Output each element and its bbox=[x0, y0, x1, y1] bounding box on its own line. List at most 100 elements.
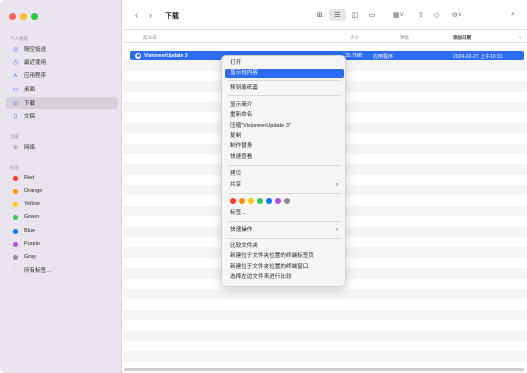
sidebar-item-label: 所有标签… bbox=[24, 268, 52, 274]
sidebar-item-downloads[interactable]: ⊙ 下载 bbox=[6, 97, 118, 109]
menu-item-new-terminal-window[interactable]: 新建位于文件夹位置的终端窗口 bbox=[225, 263, 344, 272]
group-by-icon[interactable]: ▦˅ bbox=[393, 11, 404, 19]
green-tag-dot-icon bbox=[13, 214, 18, 220]
applications-icon: ⋏ bbox=[13, 72, 18, 79]
blue-tag-icon[interactable] bbox=[266, 198, 272, 204]
sidebar-tag-gray[interactable]: Gray bbox=[6, 251, 118, 263]
menu-item-label: 共享 bbox=[230, 182, 242, 188]
view-mode-segmented-control: ⊞ ☰ ◫ ▭ bbox=[311, 9, 381, 21]
sidebar-item-all-tags[interactable]: ◌ 所有标签… bbox=[6, 264, 118, 276]
column-header-date-added[interactable]: 添加日期 bbox=[453, 35, 471, 41]
menu-item-quick-look[interactable]: 快速查看 bbox=[225, 153, 344, 162]
sidebar-item-documents[interactable]: ▯ 文稿 bbox=[6, 110, 118, 122]
sidebar-item-network[interactable]: ⊕ 网络 bbox=[6, 141, 118, 153]
column-header-size[interactable]: 大小 bbox=[350, 35, 359, 41]
sidebar-item-label: 隔空投送 bbox=[24, 47, 47, 53]
menu-item-make-alias[interactable]: 制作替身 bbox=[225, 142, 344, 151]
download-icon: ⊙ bbox=[12, 100, 19, 107]
window-controls bbox=[9, 13, 38, 20]
sidebar-tag-blue[interactable]: Blue bbox=[6, 225, 118, 237]
blue-tag-dot-icon bbox=[13, 228, 18, 234]
sidebar-tag-purple[interactable]: Purple bbox=[6, 238, 118, 250]
gallery-view-button[interactable]: ▭ bbox=[364, 9, 382, 21]
gray-tag-icon[interactable] bbox=[284, 198, 290, 204]
menu-item-copy[interactable]: 拷贝 bbox=[225, 170, 344, 179]
sidebar-item-label: Blue bbox=[24, 228, 36, 234]
sidebar-tag-green[interactable]: Green bbox=[6, 211, 118, 223]
menu-item-duplicate[interactable]: 复制 bbox=[225, 132, 344, 141]
section-title-tags: 标签 bbox=[10, 165, 19, 170]
sidebar-item-label: 下载 bbox=[24, 101, 36, 107]
orange-tag-dot-icon bbox=[13, 188, 18, 194]
column-view-button[interactable]: ◫ bbox=[346, 9, 364, 21]
menu-item-rename[interactable]: 重新命名 bbox=[225, 111, 344, 120]
menu-separator bbox=[228, 95, 341, 96]
sidebar-item-label: 最近使用 bbox=[24, 60, 47, 66]
minimize-window-button[interactable] bbox=[20, 13, 27, 20]
yellow-tag-dot-icon bbox=[13, 201, 18, 207]
menu-item-compare-folders[interactable]: 比较文件夹 bbox=[225, 242, 344, 251]
column-header-kind[interactable]: 种类 bbox=[400, 35, 409, 41]
menu-item-open[interactable]: 打开 bbox=[225, 59, 344, 68]
gray-tag-dot-icon bbox=[13, 254, 18, 260]
horizontal-scrollbar[interactable] bbox=[124, 368, 524, 371]
tag-icon[interactable]: ◇ bbox=[434, 11, 439, 19]
sidebar-item-label: 桌面 bbox=[24, 87, 36, 93]
sidebar-tag-red[interactable]: Red bbox=[6, 172, 118, 184]
folder-title: 下载 bbox=[165, 13, 179, 20]
list-view-button[interactable]: ☰ bbox=[328, 9, 346, 21]
more-actions-icon[interactable]: ⊖˅ bbox=[452, 11, 462, 19]
sidebar-item-applications[interactable]: ⋏ 应用程序 bbox=[6, 69, 118, 81]
airdrop-icon: ◎ bbox=[12, 46, 19, 53]
red-tag-icon[interactable] bbox=[230, 198, 236, 204]
menu-item-quick-actions[interactable]: 快速操作 › bbox=[225, 226, 344, 235]
menu-item-tags[interactable]: 标签… bbox=[225, 209, 344, 218]
list-row bbox=[123, 320, 527, 330]
green-tag-icon[interactable] bbox=[257, 198, 263, 204]
purple-tag-icon[interactable] bbox=[275, 198, 281, 204]
back-button[interactable]: ‹ bbox=[135, 10, 138, 20]
yellow-tag-icon[interactable] bbox=[248, 198, 254, 204]
menu-item-label: 快速操作 bbox=[230, 227, 253, 233]
list-row bbox=[123, 288, 527, 300]
close-window-button[interactable] bbox=[9, 13, 16, 20]
sidebar-item-label: Red bbox=[24, 175, 35, 181]
menu-separator bbox=[228, 165, 341, 166]
purple-tag-dot-icon bbox=[13, 241, 18, 247]
network-icon: ⊕ bbox=[12, 144, 19, 151]
menu-separator bbox=[228, 193, 341, 194]
orange-tag-icon[interactable] bbox=[239, 198, 245, 204]
sidebar-item-label: Green bbox=[24, 214, 40, 220]
zoom-window-button[interactable] bbox=[31, 13, 38, 20]
forward-button[interactable]: › bbox=[149, 10, 152, 20]
desktop-icon: ▭ bbox=[12, 86, 19, 93]
search-icon[interactable]: ⌕ bbox=[511, 11, 515, 19]
sidebar-item-label: Yellow bbox=[24, 201, 40, 207]
menu-item-share[interactable]: 共享 › bbox=[225, 181, 344, 190]
menu-item-get-info[interactable]: 显示简介 bbox=[225, 101, 344, 110]
app-icon bbox=[135, 52, 141, 59]
sidebar-item-label: 应用程序 bbox=[24, 73, 47, 79]
icon-view-button[interactable]: ⊞ bbox=[311, 9, 329, 21]
sort-chevron-icon: ˅ bbox=[519, 35, 522, 40]
menu-item-new-terminal-tab[interactable]: 新建位于文件夹位置的终端标签页 bbox=[225, 252, 344, 261]
sidebar-item-recents[interactable]: ◷ 最近使用 bbox=[6, 56, 118, 68]
menu-item-move-to-trash[interactable]: 移到废纸篓 bbox=[225, 84, 344, 93]
chevron-right-icon: › bbox=[336, 182, 338, 188]
share-icon[interactable]: ⇧ bbox=[418, 11, 424, 19]
sidebar-item-desktop[interactable]: ▭ 桌面 bbox=[6, 83, 118, 95]
sidebar-tag-orange[interactable]: Orange bbox=[6, 185, 118, 197]
menu-item-select-left-to-compare[interactable]: 选择左边文件来进行比较 bbox=[225, 273, 344, 282]
document-icon: ▯ bbox=[13, 113, 18, 120]
sidebar-item-airdrop[interactable]: ◎ 隔空投送 bbox=[6, 43, 118, 55]
sidebar-tag-yellow[interactable]: Yellow bbox=[6, 198, 118, 210]
menu-item-compress[interactable]: 压缩“VisioneerUpdate 3” bbox=[225, 122, 344, 131]
sidebar-item-label: Gray bbox=[24, 254, 36, 260]
menu-item-show-package-contents[interactable]: 显示包内容 bbox=[225, 69, 344, 78]
red-tag-dot-icon bbox=[13, 175, 18, 181]
list-row bbox=[123, 330, 527, 341]
menu-separator bbox=[228, 80, 341, 81]
menu-separator bbox=[228, 221, 341, 222]
sidebar-item-label: Purple bbox=[24, 241, 40, 247]
section-title-favorites: 个人收藏 bbox=[10, 36, 28, 41]
